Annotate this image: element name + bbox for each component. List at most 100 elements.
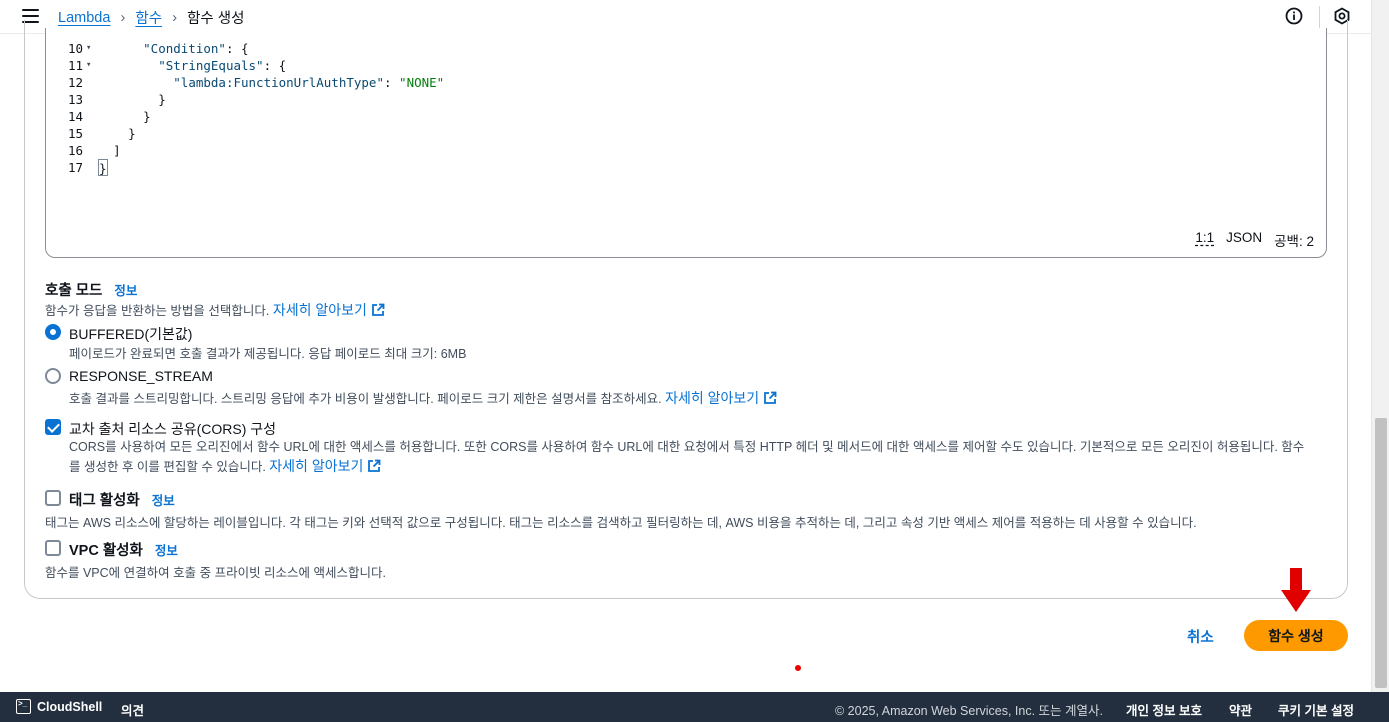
learn-more-label: 자세히 알아보기 [272, 302, 367, 318]
fold-gutter [86, 74, 98, 91]
line-number: 11 [67, 58, 83, 73]
external-link-icon [368, 459, 381, 472]
external-link-icon [764, 391, 777, 404]
response-stream-label[interactable]: RESPONSE_STREAM [69, 368, 213, 384]
code-token: : { [263, 58, 287, 73]
fold-gutter [86, 108, 98, 125]
tags-label[interactable]: 태그 활성화 [69, 489, 140, 510]
response-stream-desc-text: 호출 결과를 스트리밍합니다. 스트리밍 응답에 추가 비용이 발생합니다. 페… [69, 392, 662, 406]
invoke-mode-info-link[interactable]: 정보 [114, 280, 137, 299]
editor-status-bar: 1:1 JSON 공백: 2 [1195, 230, 1314, 250]
create-function-button[interactable]: 함수 생성 [1244, 620, 1348, 651]
code-line: 12 "lambda:FunctionUrlAuthType": "NONE" [46, 74, 444, 91]
vpc-checkbox[interactable] [45, 540, 61, 556]
vpc-info-link[interactable]: 정보 [155, 540, 178, 559]
json-key: "StringEquals" [158, 58, 264, 73]
cors-checkbox[interactable] [45, 419, 61, 435]
cloudshell-icon [16, 699, 31, 714]
fold-gutter [86, 91, 98, 108]
code-line: 13 } [46, 91, 444, 108]
line-number: 15 [67, 126, 83, 141]
radio-response-stream[interactable] [45, 368, 61, 384]
console-footer: CloudShell 의견 © 2025, Amazon Web Service… [0, 692, 1389, 722]
code-token: : [383, 75, 400, 90]
code-line: 14 } [46, 108, 444, 125]
cancel-button[interactable]: 취소 [1187, 626, 1214, 647]
editor-spacing: 공백: 2 [1274, 234, 1314, 249]
page-scrollbar[interactable] [1371, 0, 1389, 692]
tags-heading: 태그 활성화 정보 [69, 489, 175, 510]
invoke-mode-desc-text: 함수가 응답을 반환하는 방법을 선택합니다. [45, 304, 270, 318]
code-line: 16 ] [46, 142, 444, 159]
privacy-link[interactable]: 개인 정보 보호 [1126, 700, 1202, 719]
vpc-label[interactable]: VPC 활성화 [69, 539, 143, 560]
fold-arrow-icon[interactable]: ▾ [86, 57, 98, 74]
external-link-icon [372, 303, 385, 316]
tags-description: 태그는 AWS 리소스에 할당하는 레이블입니다. 각 태그는 키와 선택적 값… [45, 516, 1197, 530]
red-arrow-annotation-icon [1281, 568, 1311, 612]
line-number: 16 [67, 143, 83, 158]
terms-link[interactable]: 약관 [1229, 700, 1252, 719]
line-number: 17 [67, 160, 83, 175]
cloudshell-button[interactable]: CloudShell [16, 699, 102, 714]
feedback-link[interactable]: 의견 [121, 700, 144, 719]
line-number: 10 [67, 41, 83, 56]
code-line: 10 ▾ "Condition": { [46, 40, 444, 57]
cors-description: CORS를 사용하여 모든 오리진에서 함수 URL에 대한 액세스를 허용합니… [69, 438, 1329, 477]
learn-more-label: 자세히 알아보기 [269, 458, 364, 474]
tags-checkbox[interactable] [45, 490, 61, 506]
fold-arrow-icon[interactable]: ▾ [86, 40, 98, 57]
code-line: 15 } [46, 125, 444, 142]
code-token: : { [225, 41, 249, 56]
vpc-heading: VPC 활성화 정보 [69, 539, 178, 560]
cors-learn-more-link[interactable]: 자세히 알아보기 [269, 458, 381, 474]
code-line: 11 ▾ "StringEquals": { [46, 57, 444, 74]
invoke-mode-heading: 호출 모드 정보 [45, 279, 137, 300]
cors-desc-line2: 를 생성한 후 이를 편집할 수 있습니다. [69, 460, 266, 474]
tags-info-link[interactable]: 정보 [152, 490, 175, 509]
buffered-description: 페이로드가 완료되면 호출 결과가 제공됩니다. 응답 페이로드 최대 크기: … [69, 347, 467, 361]
editor-language: JSON [1226, 230, 1263, 245]
code-token: } [98, 159, 108, 176]
radio-buffered[interactable] [45, 324, 61, 340]
copyright-text: © 2025, Amazon Web Services, Inc. 또는 계열사… [835, 704, 1103, 718]
cors-desc-line1: CORS를 사용하여 모든 오리진에서 함수 URL에 대한 액세스를 허용합니… [69, 440, 1305, 454]
scrollbar-thumb[interactable] [1375, 418, 1387, 688]
cursor-position[interactable]: 1:1 [1195, 230, 1214, 250]
code-token: ] [113, 143, 121, 158]
code-lines: 10 ▾ "Condition": {11 ▾ "StringEquals": {1… [46, 40, 444, 176]
fold-gutter [86, 159, 98, 176]
json-string: "NONE" [399, 75, 445, 90]
red-dot-marker [795, 665, 801, 671]
code-token: } [158, 92, 166, 107]
code-token: } [128, 126, 136, 141]
response-stream-description: 호출 결과를 스트리밍합니다. 스트리밍 응답에 추가 비용이 발생합니다. 페… [69, 388, 777, 408]
cors-desc-line2-wrap: 를 생성한 후 이를 편집할 수 있습니다. 자세히 알아보기 [69, 457, 1329, 477]
json-key: "Condition" [143, 41, 226, 56]
cookie-preferences-link[interactable]: 쿠키 기본 설정 [1278, 700, 1354, 719]
code-line: 17} [46, 159, 444, 176]
policy-code-editor[interactable]: 10 ▾ "Condition": {11 ▾ "StringEquals": {1… [45, 28, 1327, 258]
json-key: "lambda:FunctionUrlAuthType" [173, 75, 384, 90]
invoke-mode-learn-more-link[interactable]: 자세히 알아보기 [273, 302, 385, 318]
vpc-description: 함수를 VPC에 연결하여 호출 중 프라이빗 리소스에 액세스합니다. [45, 566, 386, 580]
line-number: 14 [67, 109, 83, 124]
cloudshell-label: CloudShell [37, 699, 103, 714]
response-stream-learn-more-link[interactable]: 자세히 알아보기 [665, 390, 777, 406]
cors-label[interactable]: 교차 출처 리소스 공유(CORS) 구성 [69, 419, 276, 439]
learn-more-label: 자세히 알아보기 [665, 390, 760, 406]
fold-gutter [86, 125, 98, 142]
line-number: 12 [67, 75, 83, 90]
buffered-label[interactable]: BUFFERED(기본값) [69, 324, 192, 344]
fold-gutter [86, 142, 98, 159]
code-token: } [143, 109, 151, 124]
invoke-mode-description: 함수가 응답을 반환하는 방법을 선택합니다. 자세히 알아보기 [45, 300, 385, 320]
invoke-mode-title: 호출 모드 [45, 283, 103, 299]
line-number: 13 [67, 92, 83, 107]
